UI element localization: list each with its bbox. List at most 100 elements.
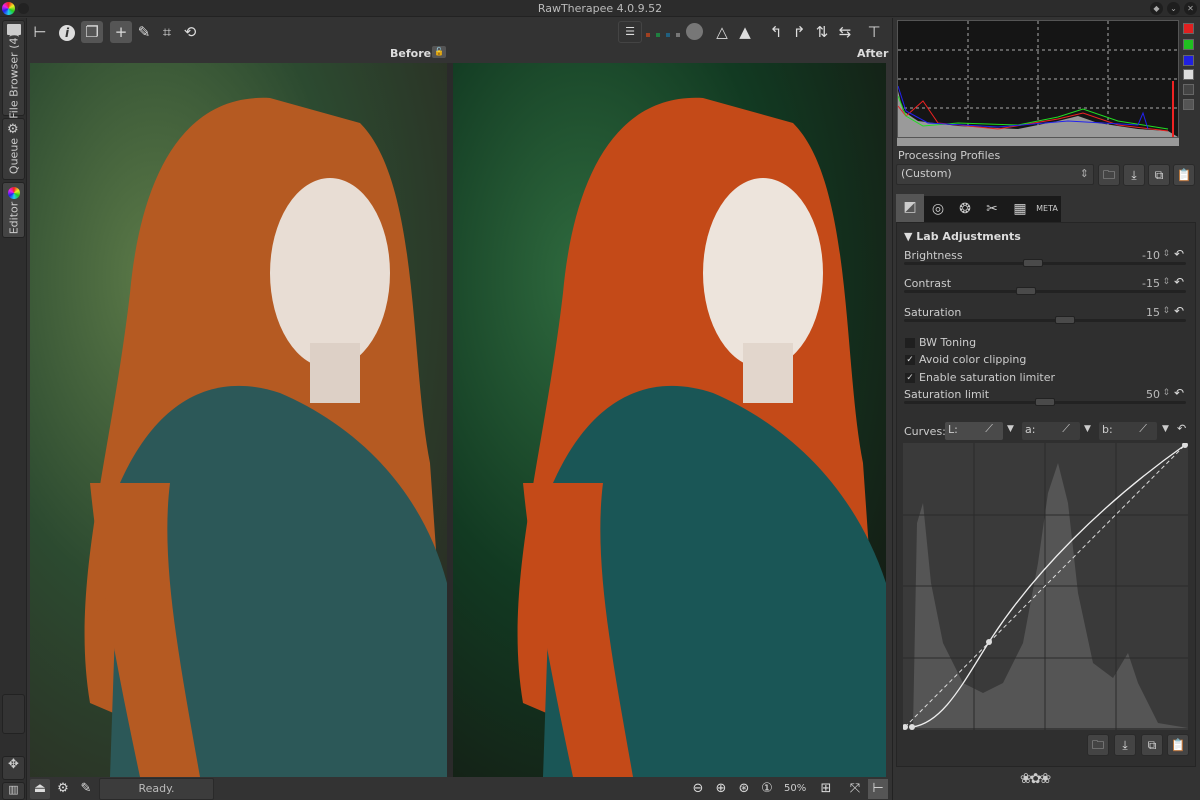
pin-icon[interactable]: ◆ xyxy=(1150,2,1163,15)
saturation-limit-slider[interactable]: Saturation limit 50 ⇕ ↶ xyxy=(904,386,1186,416)
curve-editor[interactable] xyxy=(902,442,1188,730)
slider-handle[interactable] xyxy=(1016,287,1036,295)
fullscreen-icon[interactable]: ⤧ xyxy=(845,779,865,799)
tab-file-browser[interactable]: File Browser (4) xyxy=(2,20,25,119)
copy-profile-button[interactable]: ⧉ xyxy=(1148,164,1170,186)
histogram-green-toggle[interactable] xyxy=(1183,39,1194,50)
focus-mask-icon[interactable] xyxy=(686,23,703,40)
profile-select[interactable]: (Custom) ⇕ xyxy=(896,164,1094,185)
save-profile-button[interactable]: ⤓ xyxy=(1123,164,1145,186)
send-to-queue-icon[interactable]: ⚙ xyxy=(53,779,73,799)
crop-icon[interactable]: ⌗ xyxy=(156,21,178,43)
rotate-right-icon[interactable]: ↱ xyxy=(788,21,810,43)
load-profile-button[interactable]: 🗀 xyxy=(1098,164,1120,186)
tab-color[interactable]: ❂ xyxy=(951,196,979,222)
tab-label: File Browser (4) xyxy=(7,32,20,119)
slider-label: Saturation limit xyxy=(904,388,990,401)
reset-icon[interactable]: ↶ xyxy=(1174,386,1184,400)
preview-luminance-icon[interactable] xyxy=(676,33,680,37)
hand-tool-icon[interactable]: + xyxy=(110,21,132,43)
brightness-slider[interactable]: Brightness -10 ⇕ ↶ xyxy=(904,247,1186,277)
save-curve-button[interactable]: ⤓ xyxy=(1114,734,1136,756)
b-curve-button[interactable]: b: ⟋ xyxy=(1099,422,1157,440)
a-curve-button[interactable]: a: ⟋ xyxy=(1022,422,1080,440)
tab-exposure[interactable]: ◩ xyxy=(896,194,924,222)
slider-value[interactable]: 15 xyxy=(1146,306,1160,319)
hide-left-panel-icon[interactable]: ⊢ xyxy=(29,21,51,43)
after-image[interactable] xyxy=(453,63,886,777)
spin-icon[interactable]: ⇕ xyxy=(1162,249,1170,259)
contrast-slider[interactable]: Contrast -15 ⇕ ↶ xyxy=(904,275,1186,305)
external-editor-icon[interactable]: ✎ xyxy=(76,779,96,799)
reset-icon[interactable]: ↶ xyxy=(1174,275,1184,289)
slider-value[interactable]: -15 xyxy=(1142,277,1160,290)
l-curve-button[interactable]: L: ⟋ xyxy=(945,422,1003,440)
slider-handle[interactable] xyxy=(1055,316,1075,324)
spin-icon[interactable]: ⇕ xyxy=(1162,388,1170,398)
saturation-slider[interactable]: Saturation 15 ⇕ ↶ xyxy=(904,304,1186,334)
filmstrip-toggle-icon[interactable]: ▥ xyxy=(2,782,25,800)
tab-metadata[interactable]: META xyxy=(1033,196,1061,222)
before-after-icon[interactable]: ❐ xyxy=(81,21,103,43)
load-curve-button[interactable]: 🗀 xyxy=(1087,734,1109,756)
reset-icon[interactable]: ↶ xyxy=(1174,304,1184,318)
lock-icon[interactable]: 🔓 xyxy=(432,46,446,58)
hide-top-panel-icon[interactable]: ⊤ xyxy=(863,21,885,43)
reset-icon[interactable]: ↶ xyxy=(1174,247,1184,261)
hide-right-panel-icon[interactable]: ⊢ xyxy=(868,779,888,799)
straighten-icon[interactable]: ⟲ xyxy=(179,21,201,43)
save-image-icon[interactable]: ⏏ xyxy=(30,779,50,799)
preview-green-icon[interactable] xyxy=(656,33,660,37)
tab-transform[interactable]: ✂ xyxy=(978,196,1006,222)
b-curve-dropdown-icon[interactable]: ▼ xyxy=(1162,424,1169,434)
histogram-luminance-toggle[interactable] xyxy=(1183,69,1194,80)
checkbox-box[interactable]: ✓ xyxy=(905,355,915,365)
zoom-fit-icon[interactable]: ⊛ xyxy=(734,779,754,799)
close-icon[interactable]: ✕ xyxy=(1184,2,1197,15)
curves-reset-icon[interactable]: ↶ xyxy=(1177,422,1186,435)
histogram-blue-toggle[interactable] xyxy=(1183,55,1194,66)
preview-blue-icon[interactable] xyxy=(666,33,670,37)
flip-horizontal-icon[interactable]: ⇅ xyxy=(811,21,833,43)
preview-red-icon[interactable] xyxy=(646,33,650,37)
tab-raw[interactable]: ▦ xyxy=(1006,196,1034,222)
slider-handle[interactable] xyxy=(1035,398,1055,406)
flip-vertical-icon[interactable]: ⇆ xyxy=(834,21,856,43)
white-balance-picker-icon[interactable]: ✎ xyxy=(133,21,155,43)
spin-icon[interactable]: ⇕ xyxy=(1162,277,1170,287)
new-detail-window-icon[interactable]: ⊞ xyxy=(816,779,836,799)
before-image[interactable] xyxy=(30,63,447,777)
tab-editor[interactable]: Editor xyxy=(2,182,25,238)
zoom-out-icon[interactable]: ⊖ xyxy=(688,779,708,799)
slider-value[interactable]: 50 xyxy=(1146,388,1160,401)
tab-queue[interactable]: ⚙ Queue xyxy=(2,118,25,180)
curve-icon: ⟋ xyxy=(985,422,993,435)
shadow-clipping-icon[interactable]: △ xyxy=(711,21,733,43)
zoom-in-icon[interactable]: ⊕ xyxy=(711,779,731,799)
highlight-clipping-icon[interactable]: ▲ xyxy=(734,21,756,43)
checkbox-box[interactable]: ✓ xyxy=(905,373,915,383)
paste-profile-button[interactable]: 📋 xyxy=(1173,164,1195,186)
copy-curve-button[interactable]: ⧉ xyxy=(1141,734,1163,756)
slider-track[interactable] xyxy=(904,262,1186,265)
slider-value[interactable]: -10 xyxy=(1142,249,1160,262)
slider-track[interactable] xyxy=(904,319,1186,322)
histogram-red-toggle[interactable] xyxy=(1183,23,1194,34)
minimize-icon[interactable]: ⌄ xyxy=(1167,2,1180,15)
l-curve-dropdown-icon[interactable]: ▼ xyxy=(1007,424,1014,434)
navigator-toggle-icon[interactable]: ✥ xyxy=(2,756,25,780)
spin-icon[interactable]: ⇕ xyxy=(1162,306,1170,316)
info-icon[interactable]: i xyxy=(56,21,78,43)
a-curve-dropdown-icon[interactable]: ▼ xyxy=(1084,424,1091,434)
paste-curve-button[interactable]: 📋 xyxy=(1167,734,1189,756)
histogram-raw-toggle[interactable] xyxy=(1183,84,1194,95)
lab-adjustments-header[interactable]: ▼ Lab Adjustments xyxy=(904,230,1021,243)
slider-track[interactable] xyxy=(904,290,1186,293)
histogram-bar-toggle[interactable] xyxy=(1183,99,1194,110)
checkbox-box[interactable] xyxy=(905,338,915,348)
zoom-100-icon[interactable]: ① xyxy=(757,779,777,799)
slider-handle[interactable] xyxy=(1023,259,1043,267)
rotate-left-icon[interactable]: ↰ xyxy=(765,21,787,43)
tab-detail[interactable]: ◎ xyxy=(924,196,952,222)
preview-mode-icon[interactable]: ☰ xyxy=(618,21,642,43)
